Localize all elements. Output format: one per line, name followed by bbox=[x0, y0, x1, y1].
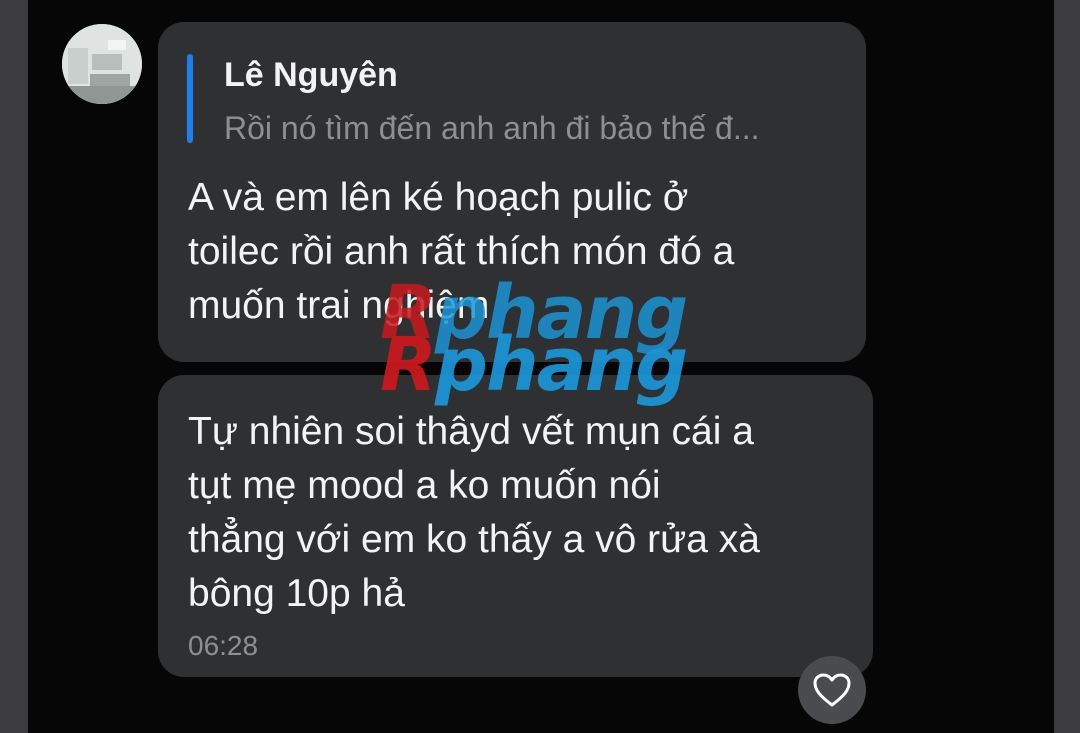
watermark-letter: R bbox=[380, 322, 437, 408]
message-timestamp: 06:28 bbox=[188, 630, 259, 661]
message-text: Tự nhiên soi thâyd vết mụn cái a tụt mẹ … bbox=[188, 410, 760, 615]
reply-quote-bar bbox=[187, 54, 193, 143]
react-heart-button[interactable] bbox=[798, 656, 866, 724]
message-bubble[interactable]: Tự nhiên soi thâyd vết mụn cái a tụt mẹ … bbox=[158, 375, 873, 677]
watermark-logo: Rphang Rphang bbox=[380, 270, 710, 410]
watermark-word: phang bbox=[434, 322, 688, 408]
watermark-line: Rphang bbox=[380, 322, 688, 408]
avatar-photo bbox=[62, 24, 142, 104]
reply-quote-preview[interactable]: Rồi nó tìm đến anh anh đi bảo thế đ... bbox=[224, 110, 836, 147]
sender-avatar[interactable] bbox=[62, 24, 142, 104]
heart-outline-icon bbox=[813, 673, 851, 707]
reply-quote-sender[interactable]: Lê Nguyên bbox=[224, 56, 398, 95]
